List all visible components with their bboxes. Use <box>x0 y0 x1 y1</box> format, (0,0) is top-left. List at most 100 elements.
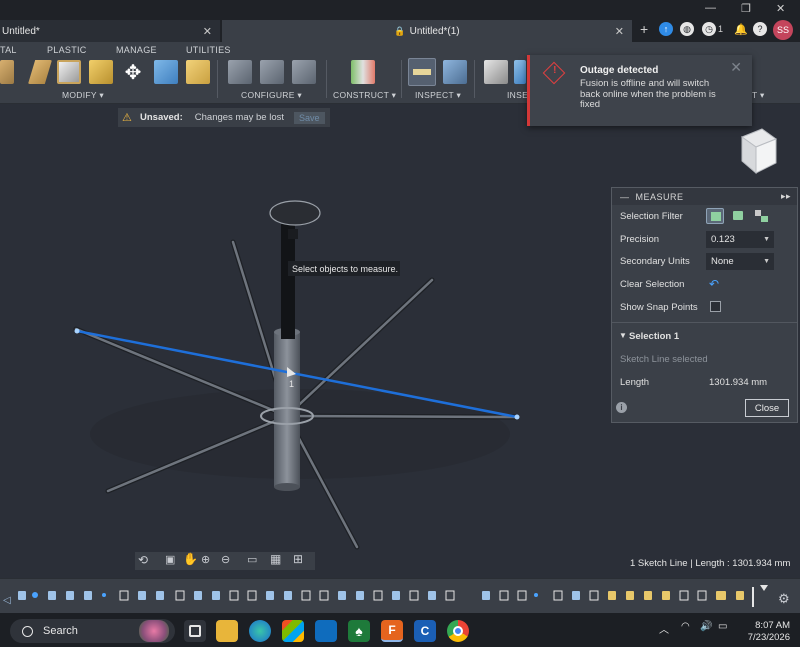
tab-tal[interactable]: TAL <box>0 45 17 55</box>
tab-manage[interactable]: MANAGE <box>116 45 157 55</box>
battery-icon[interactable]: ▭ <box>718 621 727 632</box>
line-endpoint[interactable] <box>514 414 520 420</box>
wifi-icon[interactable]: ◠ <box>681 621 690 632</box>
secondary-units-label: Secondary Units <box>620 256 690 267</box>
search-highlight-icon <box>139 620 169 642</box>
save-button[interactable]: Save <box>294 111 325 124</box>
document-tab-2-label: Untitled*(1) <box>409 25 460 37</box>
black-pole <box>281 224 295 339</box>
task-view-icon[interactable] <box>184 620 206 642</box>
pan-icon[interactable]: ✋ <box>183 552 198 566</box>
show-snap-points-label: Show Snap Points <box>620 302 698 313</box>
combine-icon[interactable] <box>89 60 113 84</box>
plane-icon[interactable] <box>351 60 375 84</box>
help-icon[interactable]: ? <box>753 22 767 36</box>
fillet-icon[interactable] <box>28 60 52 84</box>
store-icon[interactable] <box>282 620 304 642</box>
upload-icon[interactable]: ↑ <box>659 22 673 36</box>
panel-divider <box>612 322 797 323</box>
filter-component-button[interactable] <box>752 208 770 224</box>
shell-icon[interactable] <box>57 60 81 84</box>
navigation-bar: ⟲ ▣ ✋ ⊕ ⊖ ▭ ▦ ⊞ <box>135 552 315 570</box>
orbit-icon[interactable]: ⟲ <box>138 553 148 567</box>
taskbar-search[interactable]: Search <box>10 619 175 643</box>
fusion-icon[interactable]: F <box>381 620 403 642</box>
collapse-triangle-icon[interactable]: ▼ <box>619 331 627 340</box>
insert-icon[interactable] <box>484 60 508 84</box>
file-explorer-icon[interactable] <box>216 620 238 642</box>
snap-points-checkbox[interactable] <box>710 301 721 312</box>
tab-close-icon[interactable]: ✕ <box>615 25 624 38</box>
volume-icon[interactable]: 🔊 <box>700 621 712 632</box>
clock-date: 7/23/2026 <box>747 632 790 643</box>
bell-icon[interactable]: 🔔 <box>734 22 748 36</box>
tab-utilities[interactable]: UTILITIES <box>186 45 231 55</box>
group-insert[interactable]: INSE <box>507 90 528 100</box>
unsaved-banner: ⚠ Unsaved: Changes may be lost Save <box>118 108 330 127</box>
new-tab-icon[interactable]: + <box>640 21 648 37</box>
restore-button[interactable]: ❐ <box>741 2 751 15</box>
parameters-icon[interactable] <box>228 60 252 84</box>
look-at-icon[interactable]: ▣ <box>165 553 175 566</box>
tab-plastic[interactable]: PLASTIC <box>47 45 87 55</box>
group-modify[interactable]: MODIFY ▾ <box>62 90 104 101</box>
line-endpoint[interactable] <box>74 328 80 334</box>
configure-icon[interactable] <box>292 60 316 84</box>
search-label: Search <box>43 625 78 637</box>
cura-icon[interactable]: C <box>414 620 436 642</box>
viewports-icon[interactable]: ⊞ <box>293 552 303 566</box>
search-icon <box>22 625 33 637</box>
viewcube[interactable] <box>736 123 780 177</box>
selection-header: Selection 1 <box>629 331 680 342</box>
clock-icon[interactable]: ◷ <box>702 22 716 36</box>
scale-icon[interactable] <box>186 60 210 84</box>
secondary-units-select[interactable]: None ▼ <box>706 253 774 270</box>
outlook-icon[interactable] <box>315 620 337 642</box>
fit-icon[interactable]: ⊖ <box>221 553 230 566</box>
document-tab-1[interactable]: Untitled* ✕ <box>0 20 220 42</box>
clock[interactable]: 8:07 AM 7/23/2026 <box>742 620 790 644</box>
interference-icon[interactable] <box>443 60 467 84</box>
close-window-button[interactable]: ✕ <box>776 2 785 15</box>
group-configure[interactable]: CONFIGURE ▾ <box>241 90 302 101</box>
solitaire-icon[interactable]: ♠ <box>348 620 370 642</box>
info-icon[interactable]: i <box>616 402 627 413</box>
document-tab-2[interactable]: 🔒 Untitled*(1) ✕ <box>222 20 632 42</box>
move-icon[interactable]: ✥ <box>121 60 145 84</box>
lock-icon: 🔒 <box>394 25 406 36</box>
globe-icon[interactable]: ◍ <box>680 22 694 36</box>
edge-icon[interactable] <box>249 620 271 642</box>
group-inspect[interactable]: INSPECT ▾ <box>415 90 461 101</box>
measure-icon[interactable] <box>408 58 436 86</box>
selection-filter-label: Selection Filter <box>620 211 683 222</box>
zoom-icon[interactable]: ⊕ <box>201 553 210 566</box>
timeline-track[interactable]: ◁ ⚙ <box>0 579 800 614</box>
decal-icon[interactable] <box>514 60 526 84</box>
toast-title: Outage detected <box>580 65 659 76</box>
grid-icon[interactable]: ▦ <box>270 552 281 566</box>
undo-icon[interactable]: ↶ <box>709 277 719 291</box>
chrome-icon[interactable] <box>447 620 469 642</box>
pole-clamp <box>288 229 298 239</box>
unsaved-label: Unsaved: <box>140 112 183 123</box>
tab-close-icon[interactable]: ✕ <box>203 25 212 38</box>
filter-face-button[interactable] <box>706 208 724 224</box>
chevron-up-icon[interactable]: ︿ <box>659 621 669 636</box>
press-pull-icon[interactable] <box>0 60 14 84</box>
precision-select[interactable]: 0.123 ▼ <box>706 231 774 248</box>
close-button[interactable]: Close <box>745 399 789 417</box>
table-icon[interactable] <box>260 60 284 84</box>
expand-icon[interactable]: ▸▸ <box>781 191 791 202</box>
collapse-icon[interactable]: — <box>620 192 630 202</box>
toast-close-icon[interactable]: ✕ <box>730 59 742 76</box>
group-select[interactable]: T ▾ <box>752 90 765 101</box>
panel-header: — MEASURE ▸▸ <box>612 188 797 205</box>
group-construct[interactable]: CONSTRUCT ▾ <box>333 90 396 101</box>
filter-body-button[interactable] <box>729 208 747 224</box>
avatar[interactable]: SS <box>773 20 793 40</box>
svg-text:◁: ◁ <box>3 595 11 606</box>
display-settings-icon[interactable]: ▭ <box>247 553 257 566</box>
toolbar-divider <box>401 60 402 98</box>
align-icon[interactable] <box>154 60 178 84</box>
minimize-button[interactable]: — <box>705 2 716 14</box>
